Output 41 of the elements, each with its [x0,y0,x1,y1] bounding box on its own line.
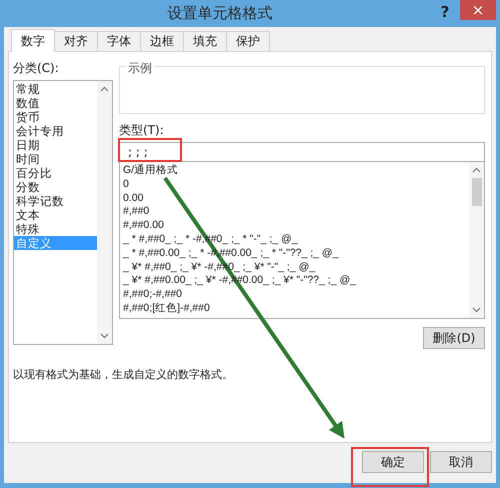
tab[interactable]: 填充 [183,31,227,52]
tab[interactable]: 数字 [11,29,55,52]
category-item[interactable]: 百分比 [14,166,97,180]
format-item[interactable]: #,##0;[红色]-#,##0 [123,302,469,316]
sample-label: 示例 [126,60,154,77]
tab[interactable]: 字体 [97,31,141,52]
format-item[interactable]: #,##0.00 [123,219,469,233]
window-title: 设置单元格格式 [166,4,274,23]
scroll-up-icon[interactable] [472,167,481,173]
category-item[interactable]: 常规 [14,82,97,96]
category-item[interactable]: 文本 [14,208,97,222]
ok-button[interactable]: 确定 [362,451,424,473]
category-item[interactable]: 会计专用 [14,124,97,138]
tab[interactable]: 边框 [140,31,184,52]
help-button[interactable]: ? [430,2,460,22]
category-label: 分类(C): [13,60,60,77]
format-item[interactable]: #,##0 [123,205,469,220]
highlight-frame [118,138,182,162]
format-item[interactable]: #,##0;-#,##0 [123,288,469,302]
type-field[interactable]: ; ; ; [119,142,485,162]
type-label: 类型(T): [119,122,165,139]
delete-button[interactable]: 删除(D) [423,327,485,349]
scroll-up-icon[interactable] [100,86,109,92]
category-item[interactable]: 特殊 [14,222,97,236]
format-item[interactable]: 0.00 [123,192,469,206]
category-item[interactable]: 日期 [14,138,97,152]
format-item[interactable]: 0 [123,178,469,192]
scrollbar-thumb[interactable] [472,178,482,206]
category-item[interactable]: 分数 [14,180,97,194]
category-item[interactable]: 科学记数 [14,194,97,208]
scroll-down-icon[interactable] [100,333,109,339]
category-item[interactable]: 时间 [14,152,97,166]
description-text: 以现有格式为基础，生成自定义的数字格式。 [13,367,234,382]
tab[interactable]: 对齐 [54,31,98,52]
scroll-down-icon[interactable] [472,307,481,313]
category-item[interactable]: 数值 [14,96,97,110]
tab[interactable]: 保护 [226,31,270,52]
close-button[interactable]: × [460,0,496,20]
format-item[interactable]: G/通用格式 [123,164,469,178]
category-item[interactable]: 货币 [14,110,97,124]
cancel-button[interactable]: 取消 [430,451,492,473]
